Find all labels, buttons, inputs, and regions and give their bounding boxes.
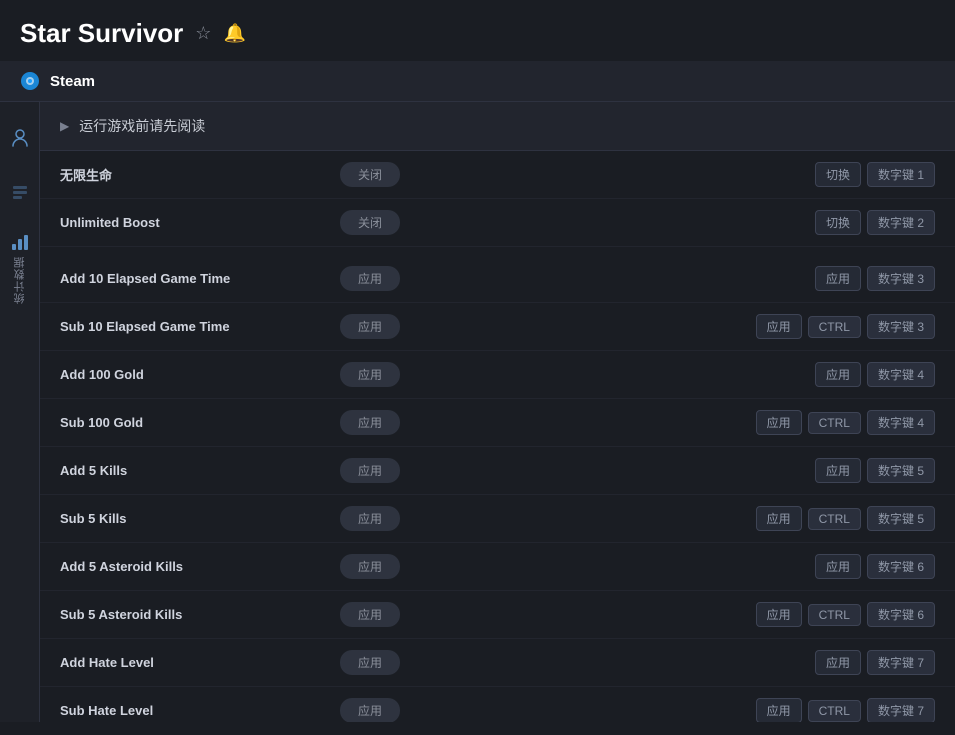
cheat-name: Add 100 Gold <box>60 367 340 382</box>
apply-button[interactable]: 应用 <box>340 362 400 387</box>
content-area: ▶ 运行游戏前请先阅读 无限生命关闭切换数字键 1Unlimited Boost… <box>40 102 955 722</box>
hotkey-ctrl-tag: CTRL <box>808 316 861 338</box>
hotkey-group: 应用 CTRL 数字键 4 <box>756 410 935 435</box>
cheat-row: Sub Hate Level应用应用CTRL数字键 7 <box>40 687 955 722</box>
hotkey-group: 应用 CTRL 数字键 7 <box>756 698 935 722</box>
hotkey-num-tag: 数字键 6 <box>867 554 935 579</box>
steam-logo-icon <box>20 71 40 91</box>
hotkey-ctrl-tag: CTRL <box>808 604 861 626</box>
hotkey-action-tag: 应用 <box>815 266 861 291</box>
cheat-name: Add Hate Level <box>60 655 340 670</box>
sidebar: 统计数据 <box>0 102 40 722</box>
hotkey-group: 应用 CTRL 数字键 3 <box>756 314 935 339</box>
hotkey-group: 应用 CTRL 数字键 5 <box>756 506 935 531</box>
steam-label: Steam <box>50 73 95 90</box>
hotkey-group: 应用数字键 3 <box>815 266 935 291</box>
apply-button[interactable]: 应用 <box>340 650 400 675</box>
cheat-row: Add 10 Elapsed Game Time应用应用数字键 3 <box>40 255 955 303</box>
main-layout: 统计数据 ▶ 运行游戏前请先阅读 无限生命关闭切换数字键 1Unlimited … <box>0 102 955 722</box>
star-icon[interactable]: ☆ <box>195 23 211 44</box>
cheat-row: Sub 5 Asteroid Kills应用应用CTRL数字键 6 <box>40 591 955 639</box>
cheat-name: Unlimited Boost <box>60 215 340 230</box>
bell-icon[interactable]: 🔔 <box>223 23 245 44</box>
apply-button[interactable]: 应用 <box>340 314 400 339</box>
app-header: Star Survivor ☆ 🔔 <box>0 0 955 61</box>
apply-button[interactable]: 应用 <box>340 458 400 483</box>
cheat-row: Add Hate Level应用应用数字键 7 <box>40 639 955 687</box>
sidebar-person-icon[interactable] <box>4 122 36 159</box>
cheat-row: 无限生命关闭 切换数字键 1 <box>40 151 955 199</box>
cheat-name: Add 5 Asteroid Kills <box>60 559 340 574</box>
hotkey-group: 应用数字键 5 <box>815 458 935 483</box>
hotkey-ctrl-tag: CTRL <box>808 700 861 722</box>
hotkey-action-tag: 应用 <box>756 698 802 722</box>
apply-button[interactable]: 应用 <box>340 506 400 531</box>
toggle-button[interactable]: 关闭 <box>340 162 400 187</box>
hotkey-num-tag: 数字键 1 <box>867 162 935 187</box>
cheat-name: Sub 100 Gold <box>60 415 340 430</box>
apply-button[interactable]: 应用 <box>340 698 400 722</box>
hotkey-action-tag: 应用 <box>815 458 861 483</box>
cheat-name: 无限生命 <box>60 165 340 184</box>
hotkey-num-tag: 数字键 7 <box>867 650 935 675</box>
hotkey-num-tag: 数字键 3 <box>867 266 935 291</box>
cheat-row: Unlimited Boost关闭 切换数字键 2 <box>40 199 955 247</box>
cheat-name: Add 10 Elapsed Game Time <box>60 271 340 286</box>
hotkey-num-tag: 数字键 6 <box>867 602 935 627</box>
hotkey-group: 应用数字键 6 <box>815 554 935 579</box>
hotkey-action-tag: 应用 <box>756 602 802 627</box>
cheat-row: Sub 5 Kills应用应用CTRL数字键 5 <box>40 495 955 543</box>
cheat-list: 无限生命关闭切换数字键 1Unlimited Boost关闭切换数字键 2Add… <box>40 151 955 722</box>
hotkey-group: 应用数字键 7 <box>815 650 935 675</box>
hotkey-ctrl-tag: CTRL <box>808 412 861 434</box>
sidebar-book-icon[interactable] <box>4 177 36 214</box>
steam-bar: Steam <box>0 61 955 102</box>
apply-button[interactable]: 应用 <box>340 602 400 627</box>
app-title: Star Survivor <box>20 18 183 49</box>
hotkey-num-tag: 数字键 4 <box>867 410 935 435</box>
hotkey-action-tag: 切换 <box>815 210 861 235</box>
hotkey-action-tag: 应用 <box>815 554 861 579</box>
section-chevron-icon: ▶ <box>60 119 69 133</box>
hotkey-num-tag: 数字键 5 <box>867 506 935 531</box>
toggle-button[interactable]: 关闭 <box>340 210 400 235</box>
hotkey-group: 切换数字键 2 <box>815 210 935 235</box>
sidebar-chart-area[interactable]: 统计数据 <box>10 232 30 304</box>
cheat-name: Sub 5 Kills <box>60 511 340 526</box>
cheat-name: Sub Hate Level <box>60 703 340 718</box>
hotkey-group: 应用 CTRL 数字键 6 <box>756 602 935 627</box>
hotkey-num-tag: 数字键 3 <box>867 314 935 339</box>
hotkey-action-tag: 应用 <box>815 650 861 675</box>
hotkey-ctrl-tag: CTRL <box>808 508 861 530</box>
cheat-row: Add 5 Kills应用应用数字键 5 <box>40 447 955 495</box>
hotkey-group: 应用数字键 4 <box>815 362 935 387</box>
section-header[interactable]: ▶ 运行游戏前请先阅读 <box>40 102 955 151</box>
cheat-row: Sub 10 Elapsed Game Time应用应用CTRL数字键 3 <box>40 303 955 351</box>
cheat-name: Sub 5 Asteroid Kills <box>60 607 340 622</box>
apply-button[interactable]: 应用 <box>340 554 400 579</box>
cheat-row: Sub 100 Gold应用应用CTRL数字键 4 <box>40 399 955 447</box>
apply-button[interactable]: 应用 <box>340 266 400 291</box>
hotkey-action-tag: 应用 <box>815 362 861 387</box>
cheat-name: Add 5 Kills <box>60 463 340 478</box>
hotkey-action-tag: 应用 <box>756 506 802 531</box>
cheat-name: Sub 10 Elapsed Game Time <box>60 319 340 334</box>
cheat-row: Add 5 Asteroid Kills应用应用数字键 6 <box>40 543 955 591</box>
sidebar-stat-label: 统计数据 <box>12 256 28 304</box>
hotkey-action-tag: 应用 <box>756 314 802 339</box>
hotkey-num-tag: 数字键 2 <box>867 210 935 235</box>
hotkey-num-tag: 数字键 7 <box>867 698 935 722</box>
hotkey-num-tag: 数字键 4 <box>867 362 935 387</box>
apply-button[interactable]: 应用 <box>340 410 400 435</box>
section-title: 运行游戏前请先阅读 <box>79 116 205 136</box>
section-divider <box>40 247 955 255</box>
cheat-row: Add 100 Gold应用应用数字键 4 <box>40 351 955 399</box>
hotkey-num-tag: 数字键 5 <box>867 458 935 483</box>
hotkey-action-tag: 切换 <box>815 162 861 187</box>
hotkey-group: 切换数字键 1 <box>815 162 935 187</box>
hotkey-action-tag: 应用 <box>756 410 802 435</box>
